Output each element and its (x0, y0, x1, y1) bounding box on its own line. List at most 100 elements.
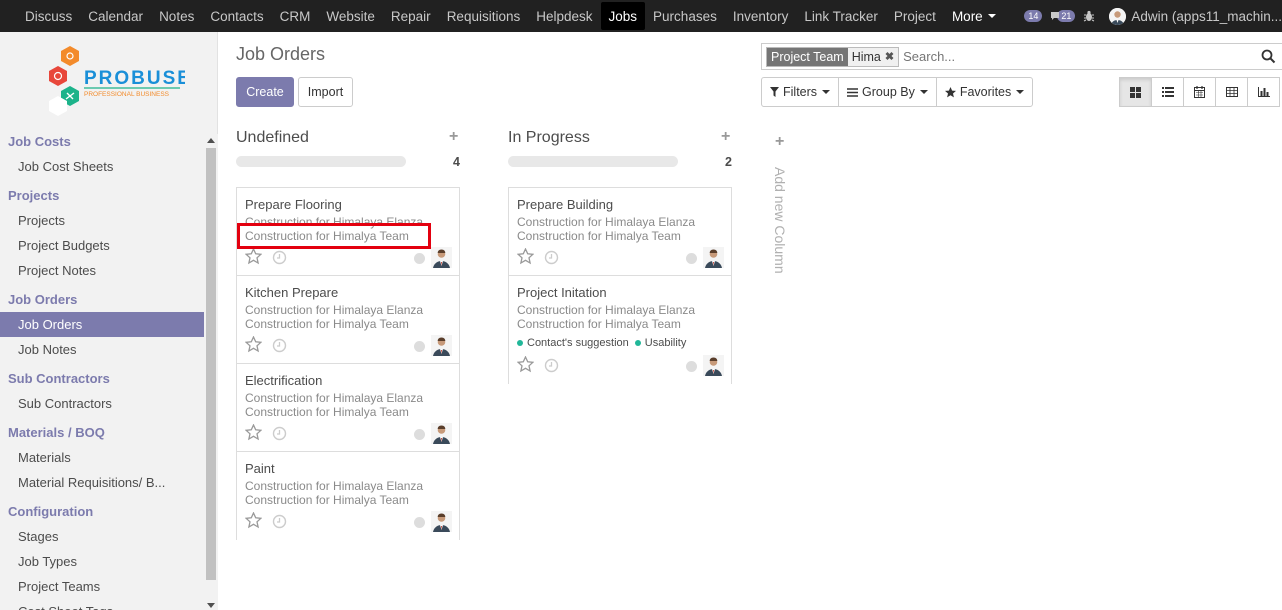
sidebar-item-materials[interactable]: Materials (0, 445, 204, 470)
create-button[interactable]: Create (236, 77, 294, 107)
caret-down-icon (987, 14, 996, 18)
column-title-in-progress[interactable]: In Progress (508, 129, 590, 147)
card-title: Prepare Building (517, 197, 614, 212)
search-input[interactable] (903, 49, 1254, 64)
card-team: Construction for Himalya Team (245, 229, 409, 243)
menu-crm[interactable]: CRM (272, 2, 319, 30)
menu-requisitions[interactable]: Requisitions (439, 2, 529, 30)
user-avatar-icon (431, 511, 452, 532)
clock-icon[interactable] (544, 358, 559, 373)
filters-dropdown[interactable]: Filters (761, 77, 840, 107)
menu-helpdesk[interactable]: Helpdesk (528, 2, 600, 30)
search-icon[interactable] (1261, 49, 1276, 64)
menu-repair[interactable]: Repair (383, 2, 439, 30)
group-by-dropdown[interactable]: Group By (838, 77, 937, 107)
tag: Usability (634, 337, 686, 349)
logo-name: PROBUSE (84, 68, 185, 89)
menu-purchases[interactable]: Purchases (645, 2, 725, 30)
add-column[interactable]: + Add new Column (770, 133, 790, 293)
sidebar-item-project-budgets[interactable]: Project Budgets (0, 233, 204, 258)
sidebar-item-projects[interactable]: Projects (0, 208, 204, 233)
card-project: Construction for Himalaya Elanza (517, 303, 696, 317)
pivot-view-button[interactable] (1215, 77, 1248, 107)
messaging-menu[interactable]: 21 (1050, 10, 1076, 22)
sidebar-item-sub-contractors[interactable]: Sub Contractors (0, 391, 204, 416)
star-icon[interactable] (517, 248, 534, 265)
sidebar-item-job-cost-sheets[interactable]: Job Cost Sheets (0, 154, 204, 179)
star-icon[interactable] (245, 424, 262, 441)
bug-icon[interactable] (1083, 10, 1095, 22)
kanban-state-dot[interactable] (414, 253, 425, 264)
kanban-state-dot[interactable] (686, 361, 697, 372)
company-logo[interactable]: PROBUSE PROFESSIONAL BUSINESS (40, 44, 190, 118)
tag-label: Contact's suggestion (527, 337, 629, 349)
list-view-button[interactable] (1151, 77, 1184, 107)
menu-notes[interactable]: Notes (151, 2, 202, 30)
menu-more[interactable]: More (944, 2, 1004, 30)
menu-contacts[interactable]: Contacts (202, 2, 271, 30)
favorites-dropdown[interactable]: Favorites (935, 77, 1034, 107)
clock-icon[interactable] (272, 250, 287, 265)
calendar-view-button[interactable] (1183, 77, 1216, 107)
sidebar-item-project-notes[interactable]: Project Notes (0, 258, 204, 283)
menu-project[interactable]: Project (886, 2, 944, 30)
user-avatar-icon (703, 355, 724, 376)
section-job-orders: Job Orders (8, 292, 78, 307)
kanban-state-dot[interactable] (686, 253, 697, 264)
kanban-card[interactable]: Prepare Flooring Construction for Himala… (237, 188, 459, 276)
activity-menu[interactable]: 14 (1024, 10, 1043, 22)
clock-icon[interactable] (272, 338, 287, 353)
kanban-card[interactable]: Prepare Building Construction for Himala… (509, 188, 731, 276)
menu-inventory[interactable]: Inventory (725, 2, 797, 30)
quick-create-icon[interactable]: + (449, 128, 458, 146)
menu-website[interactable]: Website (318, 2, 383, 30)
sidebar-item-job-types[interactable]: Job Types (0, 549, 204, 574)
sidebar-item-material-requisitions[interactable]: Material Requisitions/ B... (0, 470, 204, 495)
kanban-view-button[interactable] (1119, 77, 1152, 107)
column-title-undefined[interactable]: Undefined (236, 129, 309, 147)
scroll-down-icon[interactable] (207, 603, 215, 608)
add-column-plus-icon[interactable]: + (775, 133, 784, 151)
star-icon[interactable] (517, 356, 534, 373)
scroll-up-icon[interactable] (207, 138, 215, 143)
user-menu[interactable]: Adwin (apps11_machin... (1109, 7, 1282, 25)
menu-jobs[interactable]: Jobs (600, 2, 646, 30)
clock-icon[interactable] (272, 426, 287, 441)
card-project: Construction for Himalaya Elanza (517, 215, 696, 229)
sidebar-scrollbar[interactable] (204, 134, 218, 610)
kanban-state-dot[interactable] (414, 341, 425, 352)
clock-icon[interactable] (272, 514, 287, 529)
menu-calendar[interactable]: Calendar (80, 2, 151, 30)
card-team: Construction for Himalya Team (517, 317, 681, 331)
sidebar-item-project-teams[interactable]: Project Teams (0, 574, 204, 599)
card-project: Construction for Himalaya Elanza (245, 303, 424, 317)
kanban-state-dot[interactable] (414, 517, 425, 528)
card-team: Construction for Himalya Team (245, 317, 409, 331)
sidebar-item-job-orders[interactable]: Job Orders (0, 312, 204, 337)
star-icon[interactable] (245, 512, 262, 529)
kanban-card[interactable]: Project Initation Construction for Himal… (509, 276, 731, 384)
kanban-card[interactable]: Kitchen Prepare Construction for Himalay… (237, 276, 459, 364)
column-progress-bar (508, 156, 678, 167)
clock-icon[interactable] (544, 250, 559, 265)
kanban-card[interactable]: Paint Construction for Himalaya Elanza C… (237, 452, 459, 540)
favorites-label: Favorites (959, 85, 1012, 99)
quick-create-icon[interactable]: + (721, 128, 730, 146)
graph-view-button[interactable] (1247, 77, 1280, 107)
star-icon[interactable] (245, 248, 262, 265)
sidebar-item-job-notes[interactable]: Job Notes (0, 337, 204, 362)
kanban-card[interactable]: Electrification Construction for Himalay… (237, 364, 459, 452)
sidebar-item-stages[interactable]: Stages (0, 524, 204, 549)
menu-discuss[interactable]: Discuss (17, 2, 80, 30)
sidebar-item-cost-sheet-tags[interactable]: Cost Sheet Tags (0, 599, 204, 610)
menu-link-tracker[interactable]: Link Tracker (796, 2, 886, 30)
search-facet[interactable]: Project Team Hima ✖ (766, 46, 900, 67)
import-button[interactable]: Import (298, 77, 353, 107)
remove-facet-icon[interactable]: ✖ (885, 50, 894, 63)
column-count: 4 (453, 155, 460, 169)
calendar-icon (1194, 86, 1205, 98)
section-configuration: Configuration (8, 504, 94, 519)
kanban-state-dot[interactable] (414, 429, 425, 440)
scrollbar-thumb[interactable] (206, 148, 216, 580)
star-icon[interactable] (245, 336, 262, 353)
